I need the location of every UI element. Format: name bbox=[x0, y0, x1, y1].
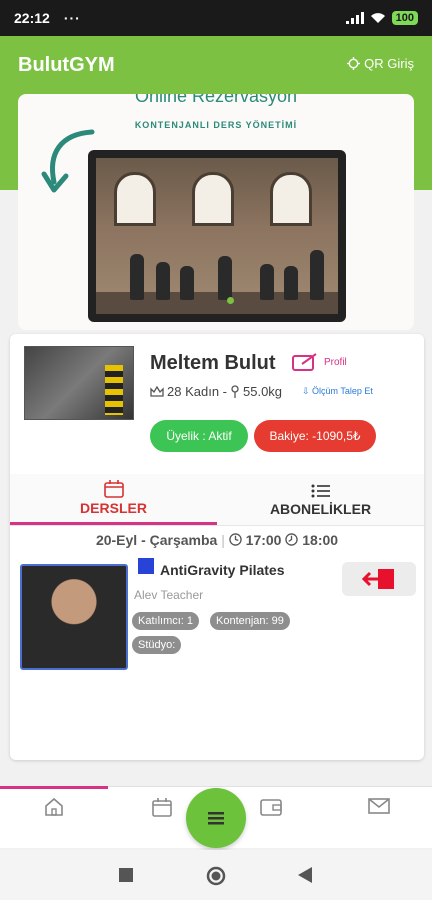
qr-login-button[interactable]: QR Giriş bbox=[347, 56, 414, 71]
tab-lessons[interactable]: DERSLER bbox=[10, 474, 217, 525]
lesson-date: 20-Eyl - Çarşamba bbox=[95, 532, 218, 548]
gym-class-image bbox=[96, 158, 338, 314]
profile-name: Meltem Bulut bbox=[150, 352, 276, 374]
profile-link[interactable]: Profil bbox=[292, 352, 347, 372]
cancel-reservation-button[interactable] bbox=[342, 562, 416, 596]
qr-login-label: QR Giriş bbox=[364, 56, 414, 71]
capacity-chip: Kontenjan: 99 bbox=[210, 612, 290, 630]
lesson-title: AntiGravity Pilates bbox=[160, 562, 285, 578]
battery-icon: 100 bbox=[391, 11, 418, 25]
mail-icon[interactable] bbox=[368, 797, 390, 815]
notification-dots: ··· bbox=[63, 10, 81, 26]
system-nav-bar bbox=[0, 850, 432, 900]
status-icons: 100 bbox=[345, 11, 418, 25]
date-separator: | bbox=[221, 532, 225, 548]
wifi-icon bbox=[370, 13, 385, 23]
clock-end-icon bbox=[285, 533, 299, 546]
home-button-icon[interactable] bbox=[206, 866, 226, 886]
calendar-nav-icon[interactable] bbox=[152, 797, 172, 817]
balance-badge[interactable]: Bakiye: -1090,5₺ bbox=[254, 420, 376, 452]
scale-icon bbox=[231, 384, 239, 398]
lesson-start-time: 17:00 bbox=[245, 532, 282, 548]
tab-subscriptions[interactable]: ABONELİKLER bbox=[217, 474, 424, 525]
lesson-end-time: 18:00 bbox=[302, 532, 339, 548]
signal-icon bbox=[345, 12, 364, 24]
recent-apps-icon[interactable] bbox=[119, 868, 133, 882]
banner-title: Online Rezervasyon bbox=[134, 94, 298, 106]
exit-icon bbox=[362, 569, 394, 589]
lesson-color-marker bbox=[138, 558, 154, 574]
profile-photo[interactable] bbox=[24, 346, 134, 420]
slider-indicator[interactable] bbox=[227, 297, 234, 304]
calendar-icon bbox=[103, 480, 124, 498]
studio-chip: Stüdyo: bbox=[132, 636, 182, 654]
back-icon[interactable] bbox=[298, 867, 312, 883]
menu-icon bbox=[208, 812, 224, 825]
measurement-request-label: Ölçüm Talep Et bbox=[312, 386, 373, 396]
wallet-icon[interactable] bbox=[260, 797, 282, 817]
app-title: BulutGYM bbox=[18, 54, 115, 76]
lesson-teacher: Alev Teacher bbox=[134, 588, 204, 602]
tab-subscriptions-label: ABONELİKLER bbox=[269, 500, 372, 517]
profile-meta: 28 Kadın - 55.0kg bbox=[150, 384, 282, 399]
status-bar: 22:12 ··· 100 bbox=[0, 0, 432, 36]
tab-bar: DERSLER ABONELİKLER bbox=[10, 474, 424, 526]
teacher-photo[interactable] bbox=[20, 564, 128, 670]
home-icon[interactable] bbox=[44, 797, 64, 817]
crown-icon bbox=[150, 385, 164, 397]
promo-banner[interactable]: Online Rezervasyon KONTENJANLI DERS YÖNE… bbox=[18, 94, 414, 330]
tab-lessons-label: DERSLER bbox=[80, 500, 147, 516]
crosshair-icon bbox=[347, 57, 361, 70]
membership-status-badge[interactable]: Üyelik : Aktif bbox=[150, 420, 248, 452]
nav-active-indicator bbox=[0, 786, 108, 789]
profile-card: Meltem Bulut Profil 28 Kadın - 55.0kg ⇩ … bbox=[10, 334, 424, 760]
edit-profile-icon bbox=[292, 353, 317, 371]
lesson-date-row: 20-Eyl - Çarşamba | 17:00 18:00 bbox=[10, 532, 424, 548]
weight-value: 55.0kg bbox=[243, 384, 283, 399]
profile-link-label: Profil bbox=[324, 356, 347, 368]
status-time: 22:12 bbox=[14, 10, 50, 26]
menu-fab-button[interactable] bbox=[186, 788, 246, 848]
laptop-image bbox=[88, 150, 346, 322]
participants-chip: Katılımcı: 1 bbox=[132, 612, 200, 630]
age-gender: 28 Kadın - bbox=[167, 384, 227, 399]
list-icon bbox=[311, 484, 330, 497]
measurement-request-link[interactable]: ⇩ Ölçüm Talep Et bbox=[302, 386, 373, 397]
clock-icon bbox=[229, 533, 242, 546]
